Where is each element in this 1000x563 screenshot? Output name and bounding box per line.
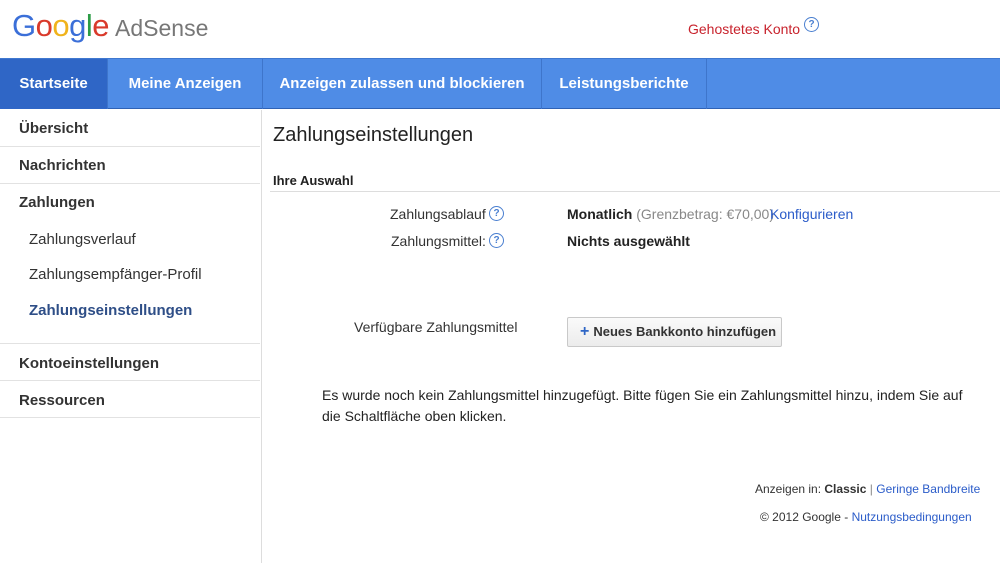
tab-meine-anzeigen[interactable]: Meine Anzeigen [108,59,263,109]
display-mode: Anzeigen in: Classic | Geringe Bandbreit… [755,482,980,496]
add-bank-account-button[interactable]: + Neues Bankkonto hinzufügen [567,317,782,347]
available-methods-label: Verfügbare Zahlungsmittel [354,319,518,335]
divider [270,191,1000,192]
sidebar-item-nachrichten[interactable]: Nachrichten [0,157,260,174]
divider [0,343,260,344]
separator: | [869,482,873,496]
display-mode-prefix: Anzeigen in: [755,482,822,496]
app-header: Google AdSense Gehostetes Konto ? [0,0,1000,58]
sidebar-item-uebersicht[interactable]: Übersicht [0,120,260,137]
adsense-logo[interactable]: Google AdSense [12,8,208,44]
payment-schedule-label: Zahlungsablauf [390,206,486,222]
payment-schedule-value: Monatlich (Grenzbetrag: €70,00) [567,206,774,222]
terms-link[interactable]: Nutzungsbedingungen [852,510,972,524]
sidebar-item-kontoeinstellungen[interactable]: Kontoeinstellungen [0,355,260,372]
logo-letter: o [35,8,53,43]
payment-method-label: Zahlungsmittel: [391,233,486,249]
schedule-threshold: (Grenzbetrag: €70,00) [636,206,774,222]
low-bandwidth-link[interactable]: Geringe Bandbreite [876,482,980,496]
sidebar: Übersicht Nachrichten Zahlungen Zahlungs… [0,110,262,563]
plus-icon: + [580,323,590,340]
sidebar-item-ressourcen[interactable]: Ressourcen [0,392,260,409]
logo-letter: g [69,8,86,43]
divider [0,417,260,418]
sidebar-item-zahlungsempfaenger-profil[interactable]: Zahlungsempfänger-Profil [29,266,202,283]
display-mode-current: Classic [824,482,867,496]
divider [0,380,260,381]
help-icon[interactable]: ? [489,233,504,248]
page-title: Zahlungseinstellungen [273,124,474,146]
section-title: Ihre Auswahl [273,173,354,188]
no-payment-method-notice: Es wurde noch kein Zahlungsmittel hinzug… [322,387,963,424]
add-bank-account-label: Neues Bankkonto hinzufügen [593,324,777,339]
logo-letter: o [52,8,70,43]
tab-startseite[interactable]: Startseite [0,59,108,109]
divider [0,146,260,147]
footer-copyright: © 2012 Google - Nutzungsbedingungen [760,510,972,524]
payment-method-value: Nichts ausgewählt [567,233,690,249]
main-nav: Startseite Meine Anzeigen Anzeigen zulas… [0,58,1000,109]
logo-product-name: AdSense [115,15,209,41]
tab-anzeigen-zulassen-blockieren[interactable]: Anzeigen zulassen und blockieren [263,59,542,109]
divider [0,183,260,184]
logo-letter: e [92,8,110,43]
copyright-text: © 2012 Google - [760,510,849,524]
help-icon[interactable]: ? [804,17,819,32]
help-icon[interactable]: ? [489,206,504,221]
tab-leistungsberichte[interactable]: Leistungsberichte [542,59,707,109]
configure-link[interactable]: Konfigurieren [770,206,853,222]
schedule-value-text: Monatlich [567,206,633,222]
sidebar-item-zahlungen[interactable]: Zahlungen [0,194,260,211]
hosted-account-link[interactable]: Gehostetes Konto [688,21,800,37]
logo-letter: G [12,8,36,43]
sidebar-item-zahlungsverlauf[interactable]: Zahlungsverlauf [29,231,136,248]
main-content: Zahlungseinstellungen Ihre Auswahl Zahlu… [262,110,1000,563]
sidebar-item-zahlungseinstellungen[interactable]: Zahlungseinstellungen [29,302,192,319]
